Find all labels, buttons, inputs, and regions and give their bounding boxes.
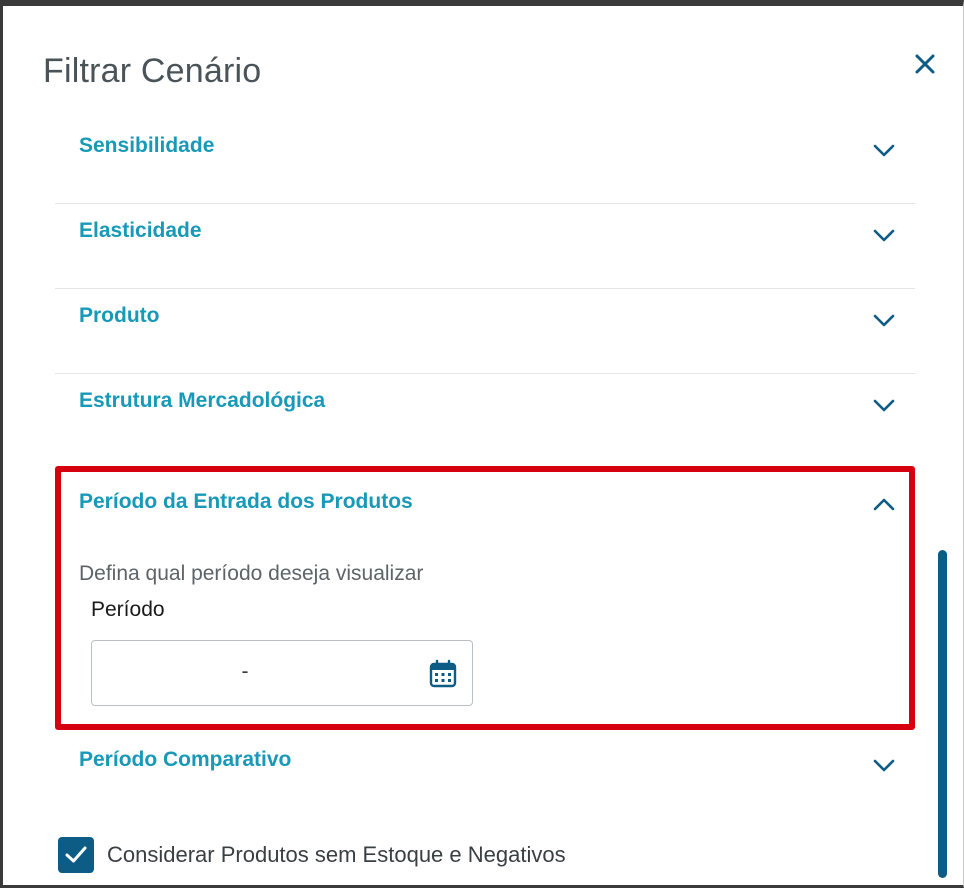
section-label: Período Comparativo (79, 748, 292, 771)
section-elasticidade[interactable]: Elasticidade (55, 204, 915, 289)
section-label: Estrutura Mercadológica (79, 389, 326, 412)
dialog-title: Filtrar Cenário (43, 52, 262, 90)
section-periodo-entrada-label[interactable]: Período da Entrada dos Produtos (79, 490, 413, 514)
chevron-down-icon (873, 399, 895, 412)
chevron-down-icon (873, 314, 895, 327)
section-periodo-comparativo[interactable]: Período Comparativo (55, 730, 915, 800)
sem-estoque-checkbox[interactable] (58, 837, 94, 873)
periodo-field-label: Período (91, 598, 165, 621)
section-label: Produto (79, 304, 160, 327)
checkbox-label: Considerar Produtos sem Estoque e Negati… (107, 842, 566, 867)
checkmark-icon (65, 846, 87, 863)
section-description: Defina qual período deseja visualizar (79, 562, 424, 585)
date-input-value: - (241, 660, 249, 683)
calendar-icon[interactable] (428, 659, 458, 689)
section-produto[interactable]: Produto (55, 289, 915, 374)
close-button[interactable] (909, 48, 941, 80)
filter-dialog: Filtrar Cenário Sensibilidade Elasticida… (0, 0, 964, 888)
chevron-down-icon (873, 144, 895, 157)
chevron-down-icon (873, 229, 895, 242)
section-sensibilidade[interactable]: Sensibilidade (55, 119, 915, 204)
close-icon (915, 54, 935, 74)
periodo-date-input[interactable]: - (91, 640, 473, 706)
section-label: Elasticidade (79, 219, 202, 242)
section-label: Sensibilidade (79, 134, 215, 157)
section-estrutura-mercadologica[interactable]: Estrutura Mercadológica (55, 374, 915, 459)
scrollbar-thumb[interactable] (938, 550, 947, 878)
chevron-up-icon[interactable] (871, 491, 897, 517)
chevron-down-icon (873, 759, 895, 772)
